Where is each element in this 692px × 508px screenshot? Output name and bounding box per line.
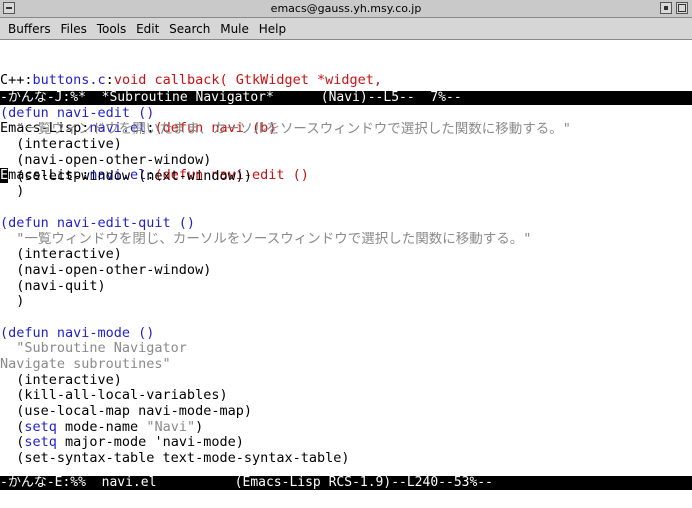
code-line[interactable]: (interactive) [0,137,692,153]
code-line[interactable]: (use-local-map navi-mode-map) [0,404,692,420]
code-line[interactable]: (defun navi-edit-quit () [0,216,692,232]
menu-files[interactable]: Files [58,22,90,36]
navi-entry-def[interactable]: void callback( GtkWidget *widget, [114,73,382,88]
menu-tools[interactable]: Tools [94,22,130,36]
minimize-icon[interactable] [660,2,672,14]
menu-bar: Buffers Files Tools Edit Search Mule Hel… [0,18,692,40]
code-docstring: Navigate subroutines" [0,357,171,372]
source-buffer[interactable]: (defun navi-edit () "一覧ウィンドウを開いたまま、カーソルを… [0,106,692,467]
code-line[interactable]: (set-syntax-table text-mode-syntax-table… [0,451,692,467]
code-line[interactable]: (kill-all-local-variables) [0,388,692,404]
navi-entry-file[interactable]: buttons.c [33,73,106,88]
code-keyword: setq [24,435,57,451]
menu-buffers[interactable]: Buffers [5,22,54,36]
code-text: (navi-quit) [0,278,106,294]
code-line[interactable]: "Subroutine Navigator [0,341,692,357]
menu-mule[interactable]: Mule [217,22,252,36]
menu-search[interactable]: Search [166,22,213,36]
code-line[interactable]: (setq major-mode 'navi-mode) [0,435,692,451]
code-text: (use-local-map navi-mode-map) [0,404,252,420]
code-docstring: "一覧ウィンドウを閉じ、カーソルをソースウィンドウで選択した関数に移動する。" [0,231,532,247]
code-keyword: setq [24,419,57,435]
navi-entry[interactable]: C++:buttons.c:void callback( GtkWidget *… [0,73,692,89]
code-text: ( [0,419,25,435]
code-line[interactable]: ) [0,294,692,310]
code-docstring: "一覧ウィンドウを開いたまま、カーソルをソースウィンドウで選択した関数に移動する… [0,121,571,137]
navi-entry-sep: : [105,73,114,89]
code-line[interactable] [0,310,692,326]
code-line[interactable]: "一覧ウィンドウを開いたまま、カーソルをソースウィンドウで選択した関数に移動する… [0,122,692,138]
code-text: (set-syntax-table text-mode-syntax-table… [0,451,350,467]
code-line[interactable]: Navigate subroutines" [0,357,692,373]
code-keyword: (defun navi-edit () [0,106,155,121]
code-text: (select-window (next-window)) [0,168,252,184]
code-text: (interactive) [0,247,122,263]
code-line[interactable]: (defun navi-edit () [0,106,692,122]
modeline-source[interactable]: -かんな-E:%% navi.el (Emacs-Lisp RCS-1.9)--… [0,476,692,490]
code-keyword: (defun navi-mode () [0,325,155,341]
code-docstring: "Navi" [146,419,196,435]
code-line[interactable]: (defun navi-mode () [0,326,692,342]
code-line[interactable]: (interactive) [0,373,692,389]
menu-edit[interactable]: Edit [133,22,162,36]
menu-help[interactable]: Help [256,22,289,36]
modeline-navigator[interactable]: -かんな-J:%* *Subroutine Navigator* (Navi)-… [0,91,692,105]
code-text: ) [0,294,25,310]
navi-entry-mode: C++: [0,73,33,89]
code-text: (kill-all-local-variables) [0,388,228,404]
code-text: major-mode 'navi-mode) [56,435,244,451]
window-title: emacs@gauss.yh.msy.co.jp [270,2,422,15]
code-text: mode-name [56,419,147,435]
code-text: (navi-open-other-window) [0,153,212,169]
code-line[interactable]: (navi-open-other-window) [0,263,692,279]
code-text: ) [0,184,25,200]
code-line[interactable]: (interactive) [0,247,692,263]
code-docstring: "Subroutine Navigator [0,341,187,357]
code-line[interactable]: (select-window (next-window)) [0,169,692,185]
code-line[interactable]: (navi-quit) [0,279,692,295]
code-line[interactable]: ) [0,184,692,200]
code-text: ) [195,419,204,435]
code-line[interactable]: (setq mode-name "Navi") [0,420,692,436]
code-text: (interactive) [0,372,122,388]
code-text: ( [0,435,25,451]
code-line[interactable] [0,200,692,216]
code-line[interactable]: "一覧ウィンドウを閉じ、カーソルをソースウィンドウで選択した関数に移動する。" [0,232,692,248]
code-keyword: (defun navi-edit-quit () [0,215,196,231]
window-titlebar[interactable]: emacs@gauss.yh.msy.co.jp [0,0,692,18]
code-line[interactable]: (navi-open-other-window) [0,153,692,169]
maximize-icon[interactable] [676,2,688,14]
code-text: (interactive) [0,137,122,153]
code-text: (navi-open-other-window) [0,262,212,278]
